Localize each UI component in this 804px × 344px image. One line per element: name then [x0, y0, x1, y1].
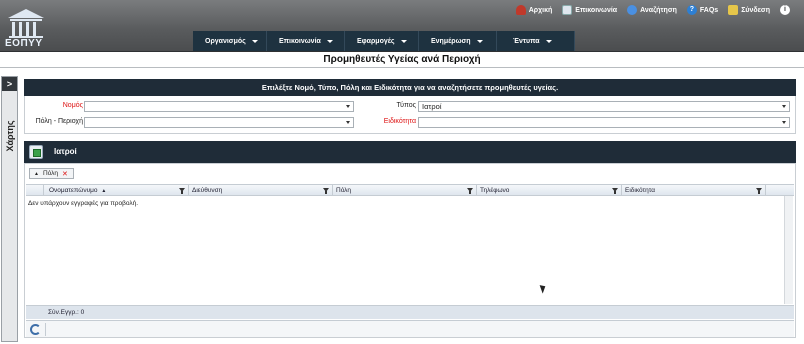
eidikotita-select[interactable]	[418, 117, 790, 128]
nav-efarmoges[interactable]: Εφαρμογές	[345, 31, 419, 52]
refresh-icon[interactable]	[30, 324, 41, 335]
faq-icon: ?	[686, 5, 697, 15]
poli-select[interactable]	[84, 117, 354, 128]
grid-scrollbar[interactable]	[784, 196, 793, 304]
nomos-label: Νομός	[62, 102, 83, 109]
toplink-label: Αρχική	[528, 6, 553, 14]
nomos-select[interactable]	[84, 101, 354, 112]
search-icon	[627, 5, 638, 15]
remove-group-icon[interactable]: ✕	[62, 170, 68, 178]
eidikotita-label: Ειδικότητα	[383, 118, 416, 125]
column-header-label: Διεύθυνση	[192, 187, 223, 194]
contact-icon	[562, 5, 573, 15]
col-tilefono[interactable]: Τηλέφωνο	[477, 185, 622, 196]
column-header-label: Ειδικότητα	[625, 187, 655, 194]
caret-down-icon	[545, 40, 552, 43]
typos-label: Τύπος	[396, 102, 417, 109]
caret-down-icon	[251, 40, 258, 43]
column-header-label: Τηλέφωνο	[480, 187, 510, 194]
pager-divider	[45, 323, 46, 336]
toplink-search[interactable]: Αναζήτηση	[627, 5, 677, 15]
col-poli[interactable]: Πόλη	[333, 185, 477, 196]
expand-map-button[interactable]: >	[2, 77, 17, 91]
results-grid: ▲ Πόλη ✕ Ονοματεπώνυμο ▲ Διεύθυνση Πόλη …	[24, 163, 796, 338]
nav-enimerosi[interactable]: Ενημέρωση	[419, 31, 497, 52]
col-onomateponymo[interactable]: Ονοματεπώνυμο ▲	[44, 185, 189, 196]
toplink-home[interactable]: Αρχική	[515, 5, 553, 15]
grid-pager	[26, 320, 794, 337]
toplink-faq[interactable]: ? FAQs	[686, 5, 719, 15]
filter-icon[interactable]	[467, 188, 473, 194]
column-header-label: Ονοματεπώνυμο	[49, 187, 98, 194]
logo-text: ΕΟΠΥΥ	[5, 38, 43, 49]
nav-label: Έντυπα	[513, 38, 540, 45]
toplink-label: FAQs	[699, 6, 719, 14]
dropdown-arrow-icon	[782, 121, 786, 124]
dropdown-arrow-icon	[346, 105, 350, 108]
grid-header: Ονοματεπώνυμο ▲ Διεύθυνση Πόλη Τηλέφωνο …	[26, 184, 794, 196]
grid-expand-col	[26, 185, 44, 196]
toplink-contact[interactable]: Επικοινωνία	[562, 5, 617, 15]
export-excel-icon[interactable]	[29, 145, 43, 159]
col-eidikotita[interactable]: Ειδικότητα	[622, 185, 766, 196]
column-header-label: Πόλη	[336, 187, 352, 194]
nav-label: Ενημέρωση	[431, 38, 471, 45]
site-header: ΕΟΠΥΥ Αρχική Επικοινωνία Αναζήτηση ? FAQ…	[0, 0, 804, 52]
typos-select[interactable]: Ιατροί	[418, 101, 790, 112]
typos-value: Ιατροί	[422, 102, 442, 111]
top-links: Αρχική Επικοινωνία Αναζήτηση ? FAQs Σύνδ…	[515, 5, 790, 15]
poli-label: Πόλη - Περιοχή	[35, 118, 83, 125]
group-by-chip[interactable]: ▲ Πόλη ✕	[29, 168, 74, 179]
dropdown-arrow-icon	[346, 121, 350, 124]
filter-icon[interactable]	[612, 188, 618, 194]
nav-label: Οργανισμός	[205, 38, 246, 45]
results-header: Ιατροί	[24, 141, 796, 163]
page-title: Προμηθευτές Υγείας ανά Περιοχή	[323, 54, 481, 65]
caret-down-icon	[400, 40, 407, 43]
map-side-tab[interactable]: > Χάρτης	[1, 76, 18, 342]
filter-icon[interactable]	[323, 188, 329, 194]
nav-entypa[interactable]: Έντυπα	[497, 31, 575, 52]
filter-icon[interactable]	[756, 188, 762, 194]
caret-down-icon	[326, 40, 333, 43]
filter-icon[interactable]	[179, 188, 185, 194]
col-dieuthinsi[interactable]: Διεύθυνση	[189, 185, 333, 196]
sort-asc-icon: ▲	[101, 188, 107, 194]
results-title: Ιατροί	[54, 147, 77, 156]
dropdown-arrow-icon	[782, 105, 786, 108]
group-chip-label: Πόλη	[42, 170, 59, 177]
caret-down-icon	[476, 40, 483, 43]
filter-panel: Νομός Τύπος Ιατροί Πόλη - Περιοχή Ειδικό…	[24, 96, 796, 134]
info-icon[interactable]: i	[780, 5, 790, 15]
main-nav: Οργανισμός Επικοινωνία Εφαρμογές Ενημέρω…	[193, 31, 575, 52]
sort-up-icon: ▲	[34, 170, 39, 177]
nav-label: Εφαρμογές	[357, 38, 395, 45]
nav-epikoinonia[interactable]: Επικοινωνία	[267, 31, 345, 52]
toplink-label: Επικοινωνία	[575, 6, 618, 14]
toplink-label: Αναζήτηση	[640, 6, 677, 14]
map-tab-label: Χάρτης	[5, 120, 15, 152]
home-icon	[515, 5, 526, 15]
empty-grid-message: Δεν υπάρχουν εγγραφές για προβολή.	[28, 200, 139, 207]
filter-instruction: Επιλέξτε Νομό, Τύπο, Πόλη και Ειδικότητα…	[24, 79, 796, 96]
login-icon	[728, 5, 739, 15]
total-records: Σύν.Εγγρ.: 0	[48, 309, 85, 316]
grid-footer: Σύν.Εγγρ.: 0	[26, 305, 794, 319]
nav-organismos[interactable]: Οργανισμός	[193, 31, 267, 52]
nav-label: Επικοινωνία	[279, 38, 321, 45]
title-divider	[0, 67, 804, 68]
toplink-login[interactable]: Σύνδεση	[728, 5, 770, 15]
toplink-label: Σύνδεση	[741, 6, 770, 14]
